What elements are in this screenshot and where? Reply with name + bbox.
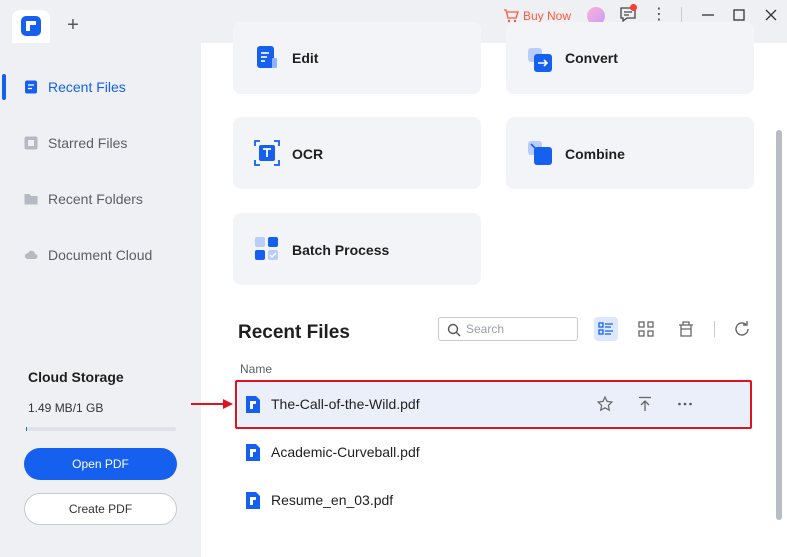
open-pdf-button[interactable]: Open PDF xyxy=(24,448,177,480)
batch-process-icon xyxy=(255,237,278,260)
sidebar-item-label: Recent Files xyxy=(48,79,126,95)
tool-card-convert[interactable]: Convert xyxy=(506,22,754,94)
add-tab-button[interactable]: + xyxy=(62,14,84,36)
buy-now-label: Buy Now xyxy=(523,9,572,23)
tool-card-label: OCR xyxy=(292,146,324,162)
tool-card-label: Convert xyxy=(565,50,618,66)
refresh-icon[interactable] xyxy=(730,317,754,341)
pdf-file-icon xyxy=(246,444,260,461)
tool-card-combine[interactable]: Combine xyxy=(506,117,754,189)
list-view-icon[interactable] xyxy=(594,317,618,341)
recent-files-icon xyxy=(25,80,37,94)
file-name: Resume_en_03.pdf xyxy=(271,492,394,508)
column-header-name[interactable]: Name xyxy=(240,362,272,376)
edit-icon xyxy=(257,46,277,68)
star-icon xyxy=(24,136,38,150)
scrollbar[interactable] xyxy=(776,130,782,520)
notification-dot xyxy=(630,4,637,11)
tool-card-edit[interactable]: Edit xyxy=(233,22,481,94)
file-row[interactable]: Resume_en_03.pdf xyxy=(238,478,750,522)
pdf-file-icon xyxy=(246,492,260,509)
sidebar-item-recent-folders[interactable]: Recent Folders xyxy=(0,184,201,214)
sidebar-item-recent-files[interactable]: Recent Files xyxy=(0,72,201,102)
tool-card-label: Batch Process xyxy=(292,242,390,258)
file-name: Academic-Curveball.pdf xyxy=(271,444,420,460)
divider xyxy=(681,7,682,23)
create-pdf-button[interactable]: Create PDF xyxy=(24,493,177,525)
sidebar: Recent Files Starred Files Recent Folder… xyxy=(0,43,201,557)
tool-card-label: Combine xyxy=(565,146,625,162)
cloud-storage-title: Cloud Storage xyxy=(28,369,124,385)
folder-icon xyxy=(24,194,38,205)
cloud-icon xyxy=(24,250,38,259)
recent-files-heading: Recent Files xyxy=(238,322,350,343)
tool-card-label: Edit xyxy=(292,50,319,66)
search-icon xyxy=(447,323,461,337)
cart-icon xyxy=(504,9,519,23)
tool-card-ocr[interactable]: OCR xyxy=(233,117,481,189)
trash-icon[interactable] xyxy=(674,317,698,341)
home-tab[interactable] xyxy=(12,10,50,43)
tool-card-batch-process[interactable]: Batch Process xyxy=(233,213,481,285)
file-row[interactable]: Academic-Curveball.pdf xyxy=(238,430,750,474)
storage-progress-bar xyxy=(26,427,176,431)
search-box[interactable] xyxy=(438,317,578,341)
grid-view-icon[interactable] xyxy=(634,317,658,341)
sidebar-item-label: Starred Files xyxy=(48,135,128,151)
close-icon[interactable] xyxy=(761,5,781,25)
ocr-icon xyxy=(254,140,280,166)
sidebar-item-label: Document Cloud xyxy=(48,247,153,263)
app-logo-icon xyxy=(21,16,41,36)
convert-icon xyxy=(528,48,552,72)
search-input[interactable] xyxy=(466,321,572,337)
cloud-storage-usage: 1.49 MB/1 GB xyxy=(28,401,104,415)
storage-progress-fill xyxy=(26,427,27,431)
annotation-arrow-icon xyxy=(191,399,233,409)
sidebar-item-starred-files[interactable]: Starred Files xyxy=(0,128,201,158)
combine-icon xyxy=(528,141,552,165)
divider xyxy=(714,321,715,337)
sidebar-item-label: Recent Folders xyxy=(48,191,143,207)
highlight-annotation-box xyxy=(235,380,752,429)
sidebar-item-document-cloud[interactable]: Document Cloud xyxy=(0,240,201,270)
